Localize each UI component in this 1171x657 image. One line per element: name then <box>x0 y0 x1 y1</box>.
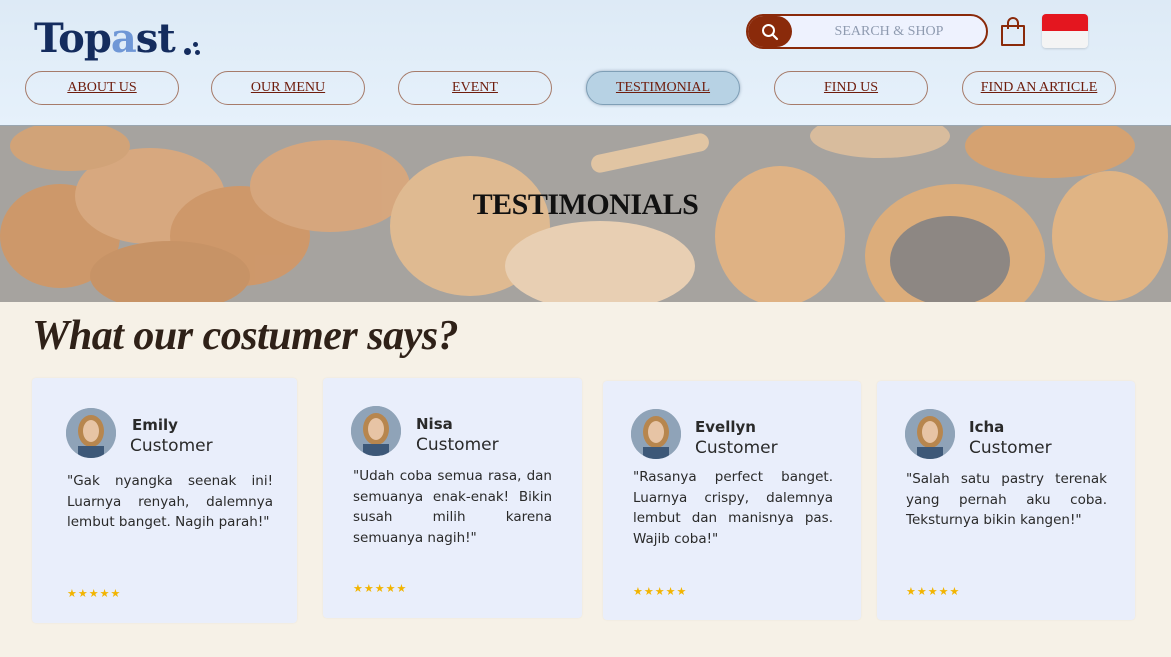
hero-title: TESTIMONIALS <box>472 188 699 221</box>
star-rating: ★★★★★ <box>633 586 688 598</box>
customer-role: Customer <box>416 435 499 455</box>
avatar <box>66 408 116 458</box>
avatar <box>351 406 401 456</box>
star-rating: ★★★★★ <box>67 588 122 600</box>
search-input[interactable] <box>792 16 986 47</box>
testimonial-text: "Gak nyangka seenak ini! Luarnya renyah,… <box>67 473 273 530</box>
nav-our-menu[interactable]: OUR MENU <box>211 71 365 105</box>
logo-text-accent: a <box>110 15 137 62</box>
customer-role: Customer <box>130 436 213 456</box>
avatar <box>631 409 681 459</box>
nav-about-us[interactable]: ABOUT US <box>25 71 179 105</box>
nav-event[interactable]: EVENT <box>398 71 552 105</box>
logo-text-start: Top <box>34 15 112 62</box>
avatar <box>905 409 955 459</box>
testimonial-text: "Udah coba semua rasa, dan semuanya enak… <box>353 468 552 546</box>
testimonial-text: "Salah satu pastry terenak yang pernah a… <box>906 471 1107 528</box>
star-rating: ★★★★★ <box>353 583 408 595</box>
customer-name: Emily <box>132 416 178 434</box>
hero-banner: TESTIMONIALS <box>0 126 1171 302</box>
section-title: What our costumer says? <box>32 313 459 359</box>
nav-find-us[interactable]: FIND US <box>774 71 928 105</box>
logo[interactable]: Topast <box>34 14 176 64</box>
customer-role: Customer <box>695 438 778 458</box>
testimonial-card: Emily Customer "Gak nyangka seenak ini! … <box>32 378 297 623</box>
indonesia-flag-icon[interactable] <box>1042 14 1088 48</box>
testimonial-card: Evellyn Customer "Rasanya perfect banget… <box>603 381 861 620</box>
star-rating: ★★★★★ <box>906 586 961 598</box>
nav-find-an-article[interactable]: FIND AN ARTICLE <box>962 71 1116 105</box>
customer-name: Icha <box>969 418 1005 436</box>
site-header: Topast ABOUT US OUR MENU EVENT TESTIMONI… <box>0 0 1171 126</box>
customer-name: Nisa <box>416 415 453 433</box>
testimonial-card: Icha Customer "Salah satu pastry terenak… <box>877 381 1135 620</box>
testimonial-card: Nisa Customer "Udah coba semua rasa, dan… <box>323 378 582 618</box>
search-bar <box>746 14 988 49</box>
search-button[interactable] <box>748 16 792 47</box>
logo-dots <box>182 40 204 58</box>
search-icon <box>762 23 779 40</box>
testimonial-text: "Rasanya perfect banget. Luarnya crispy,… <box>633 469 833 547</box>
customer-role: Customer <box>969 438 1052 458</box>
customer-name: Evellyn <box>695 418 756 436</box>
nav-testimonial[interactable]: TESTIMONIAL <box>586 71 740 105</box>
shopping-bag-icon[interactable] <box>999 16 1027 48</box>
logo-text-end: st <box>135 15 176 62</box>
